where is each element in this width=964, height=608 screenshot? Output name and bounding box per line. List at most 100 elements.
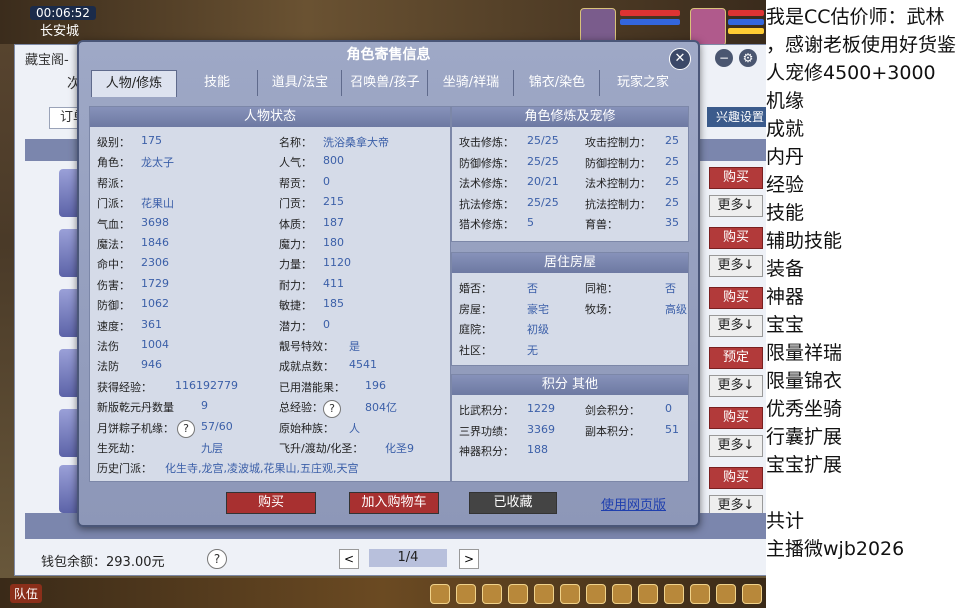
info-label: 防御修炼：	[459, 156, 514, 170]
list-buy-button[interactable]: 购买	[709, 467, 763, 489]
info-label: 社区：	[459, 343, 492, 357]
info-label: 婚否：	[459, 282, 492, 295]
status-value: 1062	[141, 297, 169, 311]
info-label: 副本积分：	[585, 424, 640, 438]
status-label: 靓号特效：	[279, 340, 334, 353]
help-icon[interactable]: ?	[323, 400, 341, 418]
toolbar-icon[interactable]	[534, 584, 554, 604]
settings-icon[interactable]: ⚙	[739, 49, 757, 67]
help-icon[interactable]: ?	[177, 420, 195, 438]
note-line: 人宠修4500+3000	[766, 62, 936, 84]
dialog-tabs: 人物/修炼 技能 道具/法宝 召唤兽/孩子 坐骑/祥瑞 锦衣/染色 玩家之家	[89, 70, 689, 98]
info-label: 三界功绩：	[459, 424, 514, 438]
status-label: 获得经验：	[97, 380, 152, 394]
status-value: 185	[323, 297, 344, 311]
tab-character[interactable]: 人物/修炼	[91, 70, 177, 97]
toolbar-icon[interactable]	[716, 584, 736, 604]
status-value: 180	[323, 236, 344, 249]
status-label: 生死劫：	[97, 442, 141, 455]
status-value: 龙太子	[141, 156, 174, 170]
list-more-button[interactable]: 更多↓	[709, 435, 763, 457]
status-label: 帮贡：	[279, 176, 312, 190]
info-value: 高级	[665, 302, 687, 316]
info-label: 比武积分：	[459, 404, 514, 417]
toolbar-icon[interactable]	[508, 584, 528, 604]
toolbar-icon[interactable]	[456, 584, 476, 604]
toolbar-icon[interactable]	[430, 584, 450, 604]
info-label: 神器积分：	[459, 445, 514, 458]
status-value: 九层	[201, 442, 223, 455]
tab-player-home[interactable]: 玩家之家	[601, 70, 685, 96]
panel-heading: 角色修炼及宠修	[452, 107, 688, 127]
next-page-button[interactable]: >	[459, 549, 479, 569]
info-value: 5	[527, 216, 534, 229]
toolbar-icon[interactable]	[612, 584, 632, 604]
info-value: 豪宅	[527, 302, 549, 316]
info-label: 抗法控制力：	[585, 197, 651, 211]
list-more-button[interactable]: 更多↓	[709, 315, 763, 337]
note-line: 限量锦衣	[766, 370, 843, 392]
status-value: 花果山	[141, 197, 174, 211]
interest-settings-button[interactable]: 兴趣设置	[707, 107, 766, 127]
toolbar-icon[interactable]	[482, 584, 502, 604]
history-sect-label: 历史门派：	[97, 462, 152, 476]
list-more-button[interactable]: 更多↓	[709, 195, 763, 217]
prev-page-button[interactable]: <	[339, 549, 359, 569]
status-label: 魔力：	[279, 238, 312, 251]
status-value: 800	[323, 154, 344, 168]
team-button[interactable]: 队伍	[10, 584, 43, 603]
status-label: 角色：	[97, 156, 130, 170]
status-value: 1729	[141, 276, 169, 290]
toolbar-icon[interactable]	[586, 584, 606, 604]
status-label: 魔法：	[97, 238, 130, 251]
toolbar-icon[interactable]	[742, 584, 762, 604]
list-more-button[interactable]: 更多↓	[709, 255, 763, 277]
status-label: 人气：	[279, 156, 312, 170]
list-buy-button[interactable]: 购买	[709, 167, 763, 189]
list-more-button[interactable]: 更多↓	[709, 375, 763, 397]
info-label: 法术控制力：	[585, 177, 651, 190]
help-icon[interactable]: ?	[207, 549, 227, 569]
status-label: 月饼粽子机缘：	[97, 421, 174, 435]
toolbar-icon[interactable]	[560, 584, 580, 604]
status-value: 人	[349, 421, 360, 435]
collected-button[interactable]: 已收藏	[469, 492, 557, 514]
add-to-cart-button[interactable]: 加入购物车	[349, 492, 439, 514]
note-line: 成就	[766, 118, 805, 140]
list-buy-button[interactable]: 购买	[709, 407, 763, 429]
info-label: 剑会积分：	[585, 404, 640, 417]
minimize-icon[interactable]: −	[715, 49, 733, 67]
info-value: 25	[665, 195, 679, 209]
close-icon[interactable]: ✕	[669, 48, 691, 70]
player-sp-bar	[728, 28, 764, 34]
panel-heading: 居住房屋	[452, 253, 688, 273]
status-value: 0	[323, 317, 330, 331]
status-label: 体质：	[279, 217, 312, 231]
toolbar-icon[interactable]	[690, 584, 710, 604]
buy-button[interactable]: 购买	[226, 492, 316, 514]
web-version-link[interactable]: 使用网页版	[601, 494, 666, 513]
status-value: 3698	[141, 215, 169, 229]
list-reserve-button[interactable]: 预定	[709, 347, 763, 369]
toolbar-icon[interactable]	[664, 584, 684, 604]
info-label: 攻击控制力：	[585, 136, 651, 149]
tab-pets[interactable]: 召唤兽/孩子	[343, 70, 428, 96]
info-value: 0	[665, 402, 672, 415]
info-value: 25	[665, 134, 679, 147]
tab-mounts[interactable]: 坐骑/祥瑞	[429, 70, 514, 96]
info-label: 房屋：	[459, 302, 492, 316]
note-line: 优秀坐骑	[766, 398, 843, 420]
info-value: 否	[527, 282, 538, 295]
info-value: 25/25	[527, 154, 559, 168]
list-buy-button[interactable]: 购买	[709, 227, 763, 249]
status-label: 级别：	[97, 136, 130, 149]
toolbar-icon[interactable]	[638, 584, 658, 604]
tab-items[interactable]: 道具/法宝	[259, 70, 342, 96]
list-buy-button[interactable]: 购买	[709, 287, 763, 309]
status-value: 是	[349, 340, 360, 353]
note-line: 共计	[766, 510, 805, 532]
status-value: 9	[201, 399, 208, 413]
tab-outfits[interactable]: 锦衣/染色	[515, 70, 600, 96]
tab-skills[interactable]: 技能	[177, 70, 258, 96]
player-mp-bar	[728, 19, 764, 25]
